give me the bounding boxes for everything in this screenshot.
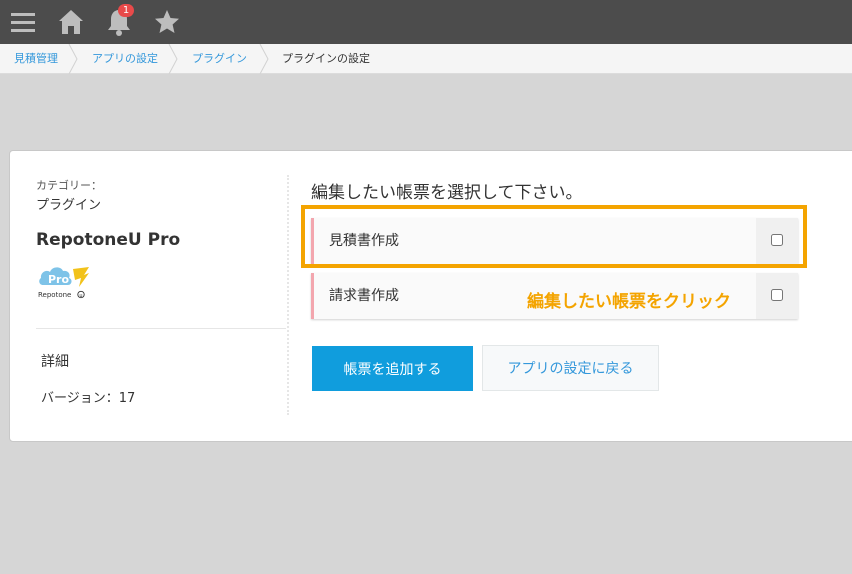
- plugin-name: RepotoneU Pro: [36, 230, 181, 250]
- svg-text:u: u: [79, 293, 82, 299]
- back-to-app-settings-button[interactable]: アプリの設定に戻る: [482, 345, 659, 391]
- form-option-label: 見積書作成: [329, 233, 399, 249]
- version-text: バージョン：17: [41, 391, 136, 406]
- form-option-estimate[interactable]: 見積書作成: [311, 218, 798, 264]
- category-label: カテゴリー：: [36, 179, 102, 192]
- top-navigation-bar: 1: [0, 0, 852, 44]
- notification-badge: 1: [118, 4, 134, 17]
- breadcrumb-current: プラグインの設定: [282, 52, 370, 65]
- form-option-label: 請求書作成: [329, 288, 399, 304]
- sidebar-divider: [36, 328, 286, 329]
- svg-text:Repotone: Repotone: [38, 291, 71, 299]
- form-option-checkbox[interactable]: [771, 234, 783, 246]
- form-option-checkbox[interactable]: [771, 289, 783, 301]
- plugin-info-sidebar: カテゴリー： プラグイン RepotoneU Pro Pro Repotone …: [10, 151, 290, 441]
- breadcrumb-item-app-settings[interactable]: アプリの設定: [92, 44, 158, 73]
- detail-label: 詳細: [41, 354, 69, 370]
- breadcrumb-separator-icon: [168, 44, 178, 74]
- breadcrumb-separator-icon: [68, 44, 78, 74]
- menu-icon[interactable]: [7, 6, 39, 38]
- breadcrumb-separator-icon: [259, 44, 269, 74]
- column-divider: [287, 175, 289, 415]
- page-heading: 編集したい帳票を選択して下さい。: [311, 183, 583, 203]
- breadcrumb-item-estimate[interactable]: 見積管理: [14, 44, 58, 73]
- form-option-checkbox-area: [756, 273, 798, 319]
- plugin-settings-card: カテゴリー： プラグイン RepotoneU Pro Pro Repotone …: [9, 150, 852, 442]
- home-icon[interactable]: [55, 6, 87, 38]
- breadcrumb: 見積管理 アプリの設定 プラグイン プラグインの設定: [0, 44, 852, 74]
- form-option-checkbox-area: [756, 218, 798, 264]
- category-value: プラグイン: [36, 198, 102, 213]
- add-form-button[interactable]: 帳票を追加する: [312, 346, 473, 391]
- breadcrumb-item-plugins[interactable]: プラグイン: [192, 44, 247, 73]
- svg-text:Pro: Pro: [48, 273, 69, 286]
- plugin-logo: Pro Repotone u: [37, 261, 93, 301]
- annotation-text: 編集したい帳票をクリック: [527, 292, 731, 312]
- star-icon[interactable]: [151, 6, 183, 38]
